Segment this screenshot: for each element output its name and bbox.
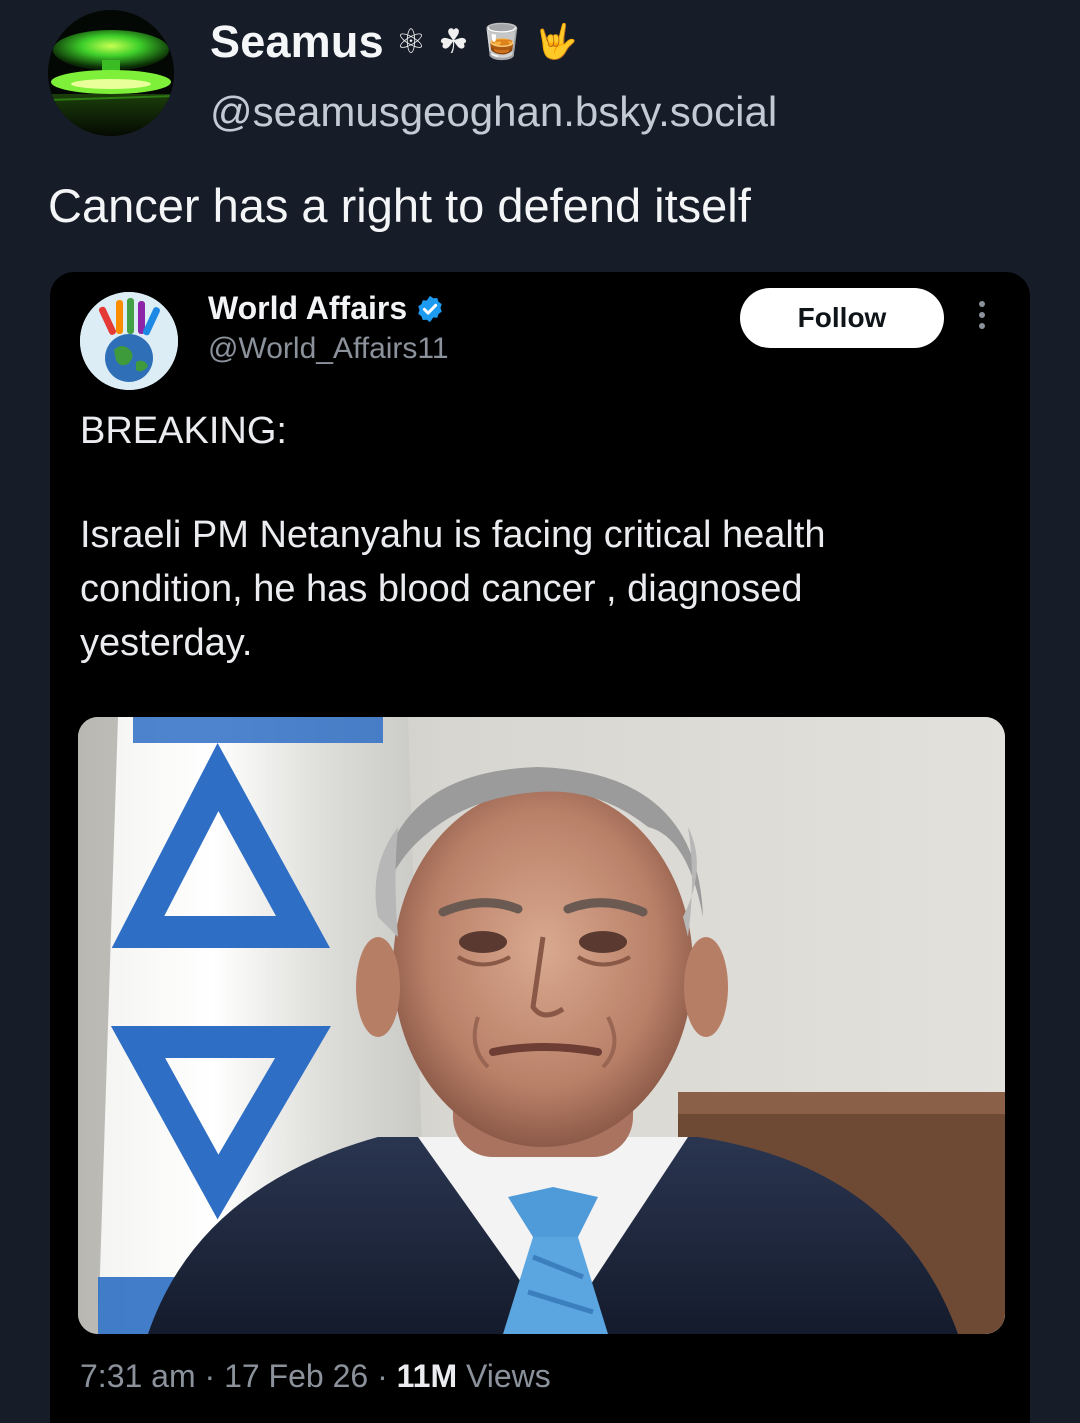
author-avatar[interactable] [48, 10, 174, 136]
embed-handle: @World_Affairs11 [208, 332, 449, 365]
meta-separator: · [377, 1358, 388, 1394]
embedded-tweet-screenshot[interactable]: World Affairs @World_Affairs11 Follow BR… [50, 272, 1030, 1423]
post-date: 17 Feb 26 [224, 1358, 369, 1394]
post-header: Seamus ⚛ ☘ 🥃 🤟 @seamusgeoghan.bsky.socia… [48, 10, 1028, 140]
follow-button[interactable]: Follow [740, 288, 944, 348]
post-time: 7:31 am [80, 1358, 196, 1394]
display-name-row: Seamus ⚛ ☘ 🥃 🤟 [210, 16, 577, 68]
embed-name-row: World Affairs [208, 290, 445, 327]
verified-badge-icon [418, 295, 442, 322]
embed-body-line: yesterday. [80, 622, 253, 664]
embed-meta: 7:31 am · 17 Feb 26 · 11M Views [80, 1358, 551, 1395]
tumbler-glass-emoji-icon: 🥃 [480, 23, 524, 61]
embed-display-name: World Affairs [208, 290, 408, 326]
meta-separator: · [204, 1358, 216, 1394]
globe-hands-avatar-image [80, 292, 178, 390]
views-count: 11M [396, 1358, 458, 1394]
embed-body-text: Israeli PM Netanyahu is facing critical … [80, 508, 826, 670]
post-text: Cancer has a right to defend itself [48, 179, 751, 232]
breaking-label: BREAKING: [80, 410, 287, 452]
display-name[interactable]: Seamus [210, 16, 384, 68]
love-you-gesture-emoji-icon: 🤟 [535, 23, 578, 61]
author-handle[interactable]: @seamusgeoghan.bsky.social [210, 88, 777, 136]
embed-author-avatar [80, 292, 178, 390]
embed-body-line: condition, he has blood cancer , diagnos… [80, 568, 803, 610]
shamrock-emoji-icon: ☘ [438, 23, 469, 61]
mushroom-cloud-avatar-image [48, 10, 174, 136]
more-vertical-icon[interactable] [977, 301, 987, 337]
netanyahu-portrait-photo [78, 717, 1005, 1334]
atom-emoji-icon: ⚛ [395, 23, 427, 61]
embed-body-line: Israeli PM Netanyahu is facing critical … [80, 514, 826, 556]
embed-photo[interactable] [78, 717, 1005, 1334]
views-label: Views [465, 1358, 551, 1394]
